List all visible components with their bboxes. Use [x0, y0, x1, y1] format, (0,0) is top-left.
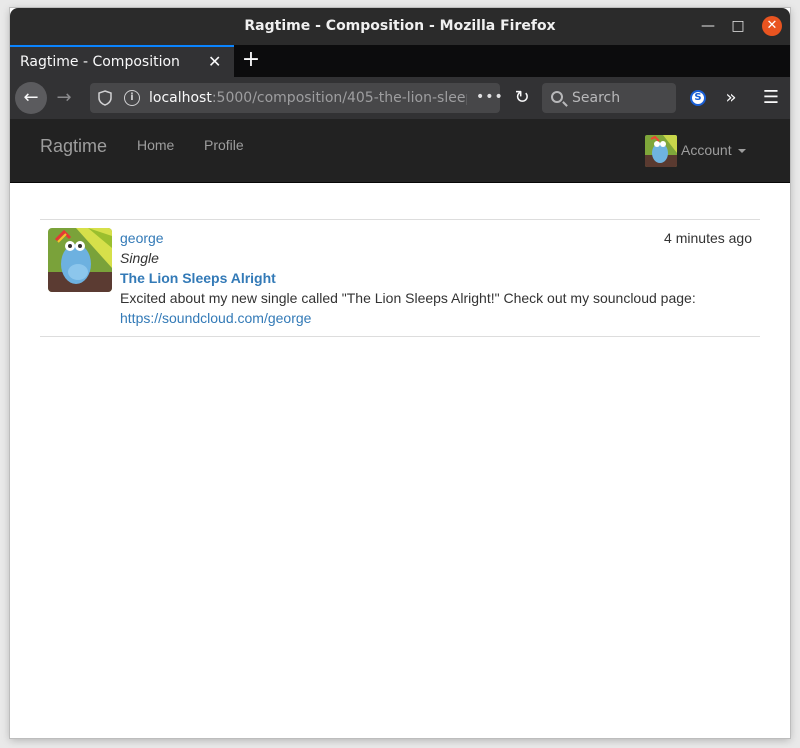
account-avatar[interactable]: [645, 135, 677, 167]
info-icon[interactable]: i: [124, 90, 140, 106]
tab-active[interactable]: Ragtime - Composition ✕: [10, 45, 234, 77]
post-avatar[interactable]: [48, 228, 112, 292]
tab-title: Ragtime - Composition: [20, 54, 180, 70]
site-brand[interactable]: Ragtime: [40, 119, 107, 173]
search-bar[interactable]: Search: [542, 83, 676, 113]
window-title: Ragtime - Composition - Mozilla Firefox: [244, 18, 556, 34]
nav-link-home[interactable]: Home: [137, 119, 174, 171]
overflow-chevron-icon[interactable]: »: [720, 83, 742, 113]
url-text[interactable]: localhost:5000/composition/405-the-lion-…: [149, 83, 467, 113]
search-placeholder: Search: [572, 90, 621, 106]
site-navbar: Ragtime Home Profile Account: [10, 119, 790, 183]
post-title-link[interactable]: The Lion Sleeps Alright: [120, 270, 276, 286]
page-content: george 4 minutes ago Single The Lion Sle…: [10, 183, 790, 738]
close-window-icon[interactable]: ✕: [762, 16, 782, 36]
caret-down-icon: [737, 149, 746, 154]
nav-link-profile[interactable]: Profile: [204, 119, 244, 171]
browser-window: Ragtime - Composition - Mozilla Firefox …: [10, 8, 790, 738]
post-type: Single: [120, 250, 159, 266]
url-host: localhost: [149, 90, 212, 106]
url-bar[interactable]: i localhost:5000/composition/405-the-lio…: [90, 83, 503, 113]
account-label: Account: [681, 142, 732, 158]
title-bar: Ragtime - Composition - Mozilla Firefox …: [10, 8, 790, 45]
browser-toolbar: ← → i localhost:5000/composition/405-the…: [10, 77, 790, 119]
tab-close-icon[interactable]: ✕: [208, 47, 221, 77]
url-path: :5000/composition/405-the-lion-sleeps: [211, 90, 467, 106]
tab-strip: Ragtime - Composition ✕ +: [10, 45, 790, 77]
new-tab-icon[interactable]: +: [240, 45, 262, 77]
forward-arrow-icon[interactable]: →: [52, 82, 76, 114]
maximize-icon[interactable]: □: [729, 17, 747, 35]
composition-post: george 4 minutes ago Single The Lion Sle…: [40, 219, 760, 337]
back-arrow-icon[interactable]: ←: [15, 82, 47, 114]
minimize-icon[interactable]: —: [699, 17, 717, 35]
post-timestamp: 4 minutes ago: [664, 230, 752, 246]
shield-icon[interactable]: [98, 90, 112, 106]
search-icon: [551, 91, 563, 103]
post-username-link[interactable]: george: [120, 230, 164, 246]
post-soundcloud-link[interactable]: https://soundcloud.com/george: [120, 310, 311, 326]
page-actions-icon[interactable]: •••: [476, 83, 504, 111]
reload-icon[interactable]: ↻: [510, 83, 534, 113]
account-dropdown[interactable]: Account: [681, 119, 746, 181]
hamburger-menu-icon[interactable]: ☰: [760, 83, 782, 113]
sync-account-icon[interactable]: S: [690, 90, 706, 106]
post-description: Excited about my new single called "The …: [120, 290, 696, 306]
